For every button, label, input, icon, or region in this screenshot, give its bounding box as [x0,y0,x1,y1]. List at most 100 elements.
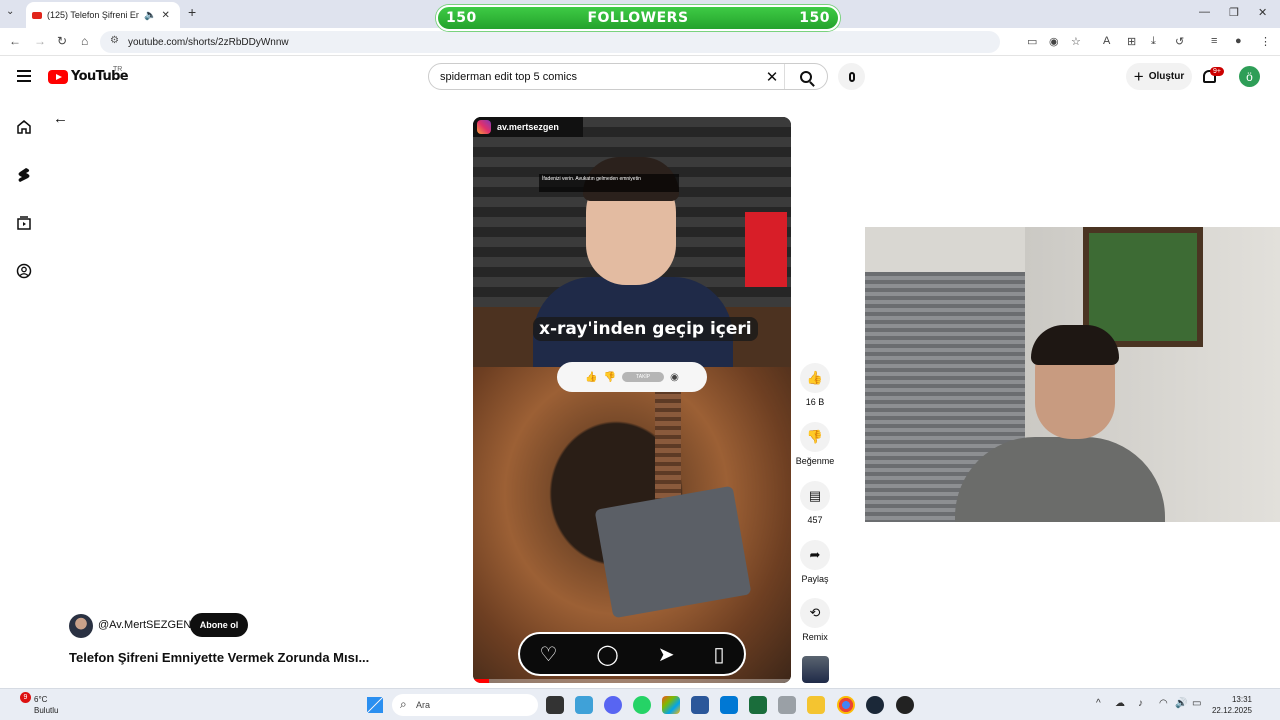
tab-close-icon[interactable]: ✕ [161,10,169,21]
whatsapp-icon[interactable] [633,696,651,714]
tab-audio-icon[interactable]: 🔈 [144,10,156,21]
account-avatar[interactable]: ö [1239,66,1260,87]
shorts-nav-icon[interactable] [16,167,32,183]
mail-icon[interactable] [720,696,738,714]
video-progress-bar[interactable] [473,679,791,683]
weather-widget[interactable]: 6°C Bulutlu [22,694,58,716]
followers-label: FOLLOWERS [587,10,689,26]
create-button[interactable]: + Oluştur [1126,63,1192,90]
browser-tab-active[interactable]: (125) Telefon Şifreni Emniye 🔈 ✕ [26,2,180,28]
channel-avatar[interactable] [69,614,93,638]
tray-chevron-icon[interactable]: ^ [1096,698,1101,709]
tray-mic-icon[interactable]: ♪ [1138,698,1143,709]
widgets-icon[interactable] [575,696,593,714]
eye-off-icon[interactable]: ◉ [1049,35,1059,48]
forward-icon[interactable]: → [34,34,46,48]
clear-search-icon[interactable]: ✕ [760,68,784,86]
subscriptions-nav-icon[interactable] [16,215,32,231]
mouse-app-icon[interactable] [778,696,796,714]
restore-icon[interactable]: ❐ [1229,6,1239,19]
chrome-icon[interactable] [837,696,855,714]
window-close-icon[interactable]: ✕ [1258,6,1267,19]
obs-icon[interactable] [896,696,914,714]
download-icon[interactable]: ⤓ [1151,35,1156,48]
discord-icon[interactable] [604,696,622,714]
tray-cloud-icon[interactable]: ☁ [1115,698,1125,709]
like-action[interactable]: 👍 16 B [794,363,836,407]
install-app-icon[interactable]: ▭ [1027,35,1037,48]
media-control-icon[interactable]: ≡ [1211,35,1217,47]
remix-action[interactable]: ⟲ Remix [794,598,836,642]
dislike-label: Beğenme [795,456,835,466]
shorts-video-player[interactable]: av.mertsezgen İfadenizi verin. Avukatın … [473,117,791,683]
app-icon[interactable] [749,696,767,714]
youtube-play-icon [48,69,68,84]
history-icon[interactable]: ↺ [1175,35,1184,48]
new-tab-button[interactable]: + [188,4,196,20]
webcam-overlay [865,227,1280,522]
country-code: TR [113,66,123,73]
video-subtitle: x-ray'inden geçip içeri [533,317,758,341]
address-bar[interactable]: ⚙ youtube.com/shorts/2zRbDDyWnnw [100,31,1000,53]
comments-action[interactable]: ▤ 457 [794,481,836,525]
notification-badge: 9+ [1210,67,1224,76]
pill-takip-label: TAKİP [622,372,665,382]
turkish-flag-image-2 [769,212,787,287]
remix-label: Remix [802,632,828,642]
clock-time: 13:31 [1231,695,1252,704]
pill-thumb-down-icon: 👎 [603,371,617,383]
instagram-icon [477,120,491,134]
share-action[interactable]: ➦ Paylaş [794,540,836,584]
taskbar-clock[interactable]: 13:31 22.12.2025 [1210,694,1252,716]
browser-toolbar: ← → ↻ ⌂ ⚙ youtube.com/shorts/2zRbDDyWnnw… [0,28,1280,56]
search-button[interactable] [784,64,827,89]
task-view-icon[interactable] [546,696,564,714]
sound-thumbnail[interactable] [802,656,829,683]
translate-icon[interactable]: A [1103,35,1110,47]
extensions-icon[interactable]: ⊞ [1127,35,1136,48]
video-title[interactable]: Telefon Şifreni Emniyette Vermek Zorunda… [69,650,369,665]
wifi-icon[interactable]: ◠ [1159,698,1168,709]
instagram-handle-strip: av.mertsezgen [473,117,583,137]
remix-icon[interactable]: ⟲ [800,598,830,628]
like-icon[interactable]: 👍 [800,363,830,393]
share-icon[interactable]: ➦ [800,540,830,570]
steam-icon[interactable] [866,696,884,714]
bookmark-icon: ▯ [713,643,725,666]
url-text: youtube.com/shorts/2zRbDDyWnnw [128,36,289,48]
back-arrow-icon[interactable]: ← [53,110,68,127]
video-progress-fill [473,679,489,683]
video-small-caption: İfadenizi verin. Avukatın gelmeden emniy… [539,174,679,192]
profile-icon[interactable]: ● [1235,35,1242,47]
comments-icon[interactable]: ▤ [800,481,830,511]
hamburger-menu-icon[interactable] [17,70,31,85]
file-explorer-icon[interactable] [807,696,825,714]
you-nav-icon[interactable] [16,263,32,279]
bookmark-star-icon[interactable]: ☆ [1071,35,1081,48]
volume-icon[interactable]: 🔊 [1175,698,1187,709]
subscribe-button[interactable]: Abone ol [190,613,248,637]
back-icon[interactable]: ← [9,34,21,48]
taskbar-search[interactable]: Ara [392,694,538,716]
menu-kebab-icon[interactable]: ⋮ [1260,35,1271,48]
followers-overlay-banner: 150 FOLLOWERS 150 [436,5,840,31]
voice-search-button[interactable] [838,63,865,90]
store-icon[interactable] [691,696,709,714]
search-input[interactable]: spiderman edit top 5 comics [429,71,760,83]
video-social-bar: ♡ ◯ ➤ ▯ [518,632,746,676]
home-nav-icon[interactable] [16,119,32,135]
site-info-icon[interactable]: ⚙ [110,35,119,46]
followers-count-left: 150 [446,10,477,26]
battery-icon[interactable]: ▭ [1192,698,1201,709]
minimize-icon[interactable]: — [1199,6,1210,18]
windows-start-icon[interactable] [367,697,383,713]
tab-search-chevron-icon[interactable]: ⌄ [6,6,14,17]
copilot-icon[interactable] [662,696,680,714]
home-icon[interactable]: ⌂ [81,34,88,48]
channel-name[interactable]: @Av.MertSEZGEN [98,619,191,631]
dislike-icon[interactable]: 👎 [800,422,830,452]
clock-date: 22.12.2025 [1211,706,1252,715]
reload-icon[interactable]: ↻ [57,34,67,48]
dislike-action[interactable]: 👎 Beğenme [794,422,836,466]
share-label: Paylaş [801,574,829,584]
